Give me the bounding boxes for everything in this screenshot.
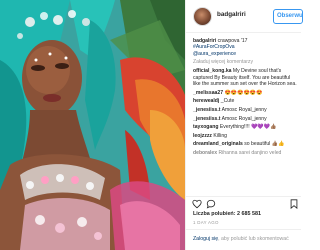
bookmark-icon[interactable] — [290, 199, 298, 209]
comment-username[interactable]: leojzzzz — [193, 133, 212, 139]
post-username[interactable]: badgalriri — [217, 11, 246, 18]
login-prompt-text: , aby polubić lub skomentować — [218, 236, 289, 242]
likes-count[interactable]: Liczba polubień: 2 685 581 — [193, 211, 261, 217]
login-prompt: Zaloguj się, aby polubić lub skomentować — [186, 229, 301, 250]
comment-username[interactable]: _jenesiiss.t — [193, 107, 220, 113]
comment: tayxogang Everything!!!! 💜💜💜👍🏽 — [193, 124, 298, 130]
comment-text: Amosc Royal_jenny — [221, 107, 267, 113]
comment: deboralex Rihanna sarei danjino veled — [193, 150, 298, 156]
comment-username[interactable]: official_kong.ka — [193, 68, 232, 74]
caption: badgalriri crawpova '17 #AuraForCropOva … — [193, 38, 298, 57]
post-photo — [0, 0, 185, 250]
comment-icon[interactable] — [206, 199, 216, 209]
caption-text: crawpova '17 — [217, 38, 248, 44]
avatar[interactable] — [193, 7, 212, 26]
comment: dreamland_originals so beautiful 👍🏽👍 — [193, 141, 298, 147]
post-header: badgalriri Obserwuj — [186, 0, 303, 33]
comment-username[interactable]: deboralex — [193, 150, 217, 156]
comment-username[interactable]: herewealdj — [193, 98, 219, 104]
follow-button[interactable]: Obserwuj — [273, 9, 303, 24]
comment-text: _Cute — [220, 98, 235, 105]
action-bar — [186, 196, 301, 210]
comment-text: Amosc Royal_jenny — [221, 115, 267, 122]
comment-text: Killing — [213, 132, 227, 139]
comment: official_kong.ka My Devine soul that's c… — [193, 68, 298, 87]
comment-text: Rihanna sarei danjino veled — [218, 149, 282, 156]
comment-text: 😍😍😍😍😍😍 — [224, 89, 263, 96]
caption-hashtag[interactable]: #AuraForCropOva — [193, 44, 235, 50]
heart-icon[interactable] — [192, 199, 202, 209]
post-sidebar: badgalriri Obserwuj badgalriri crawpova … — [185, 0, 303, 250]
comment: _melissaa27 😍😍😍😍😍😍 — [193, 90, 298, 96]
caption-username[interactable]: badgalriri — [193, 38, 216, 44]
comment: herewealdj _Cute — [193, 98, 298, 104]
caption-mention[interactable]: @aura_experience — [193, 51, 236, 57]
comment: _jenesiiss.t Amosc Royal_jenny — [193, 116, 298, 122]
comment-username[interactable]: dreamland_originals — [193, 141, 243, 147]
comments-list: badgalriri crawpova '17 #AuraForCropOva … — [186, 38, 301, 196]
comment: leojzzzz Killing — [193, 133, 298, 139]
comment-username[interactable]: _melissaa27 — [193, 90, 223, 96]
comment-username[interactable]: _jenesiiss.t — [193, 116, 220, 122]
comment-text: Everything!!!! 💜💜💜👍🏽 — [219, 124, 277, 131]
post-date: 1 DAY AGO — [193, 220, 219, 225]
login-link[interactable]: Zaloguj się — [193, 236, 218, 242]
load-more-comments-link[interactable]: Załaduj więcej komentarzy — [193, 59, 298, 65]
comment-username[interactable]: tayxogang — [193, 124, 218, 130]
comment-text: so beautiful 👍🏽👍 — [244, 141, 285, 148]
comment: _jenesiiss.t Amosc Royal_jenny — [193, 107, 298, 113]
